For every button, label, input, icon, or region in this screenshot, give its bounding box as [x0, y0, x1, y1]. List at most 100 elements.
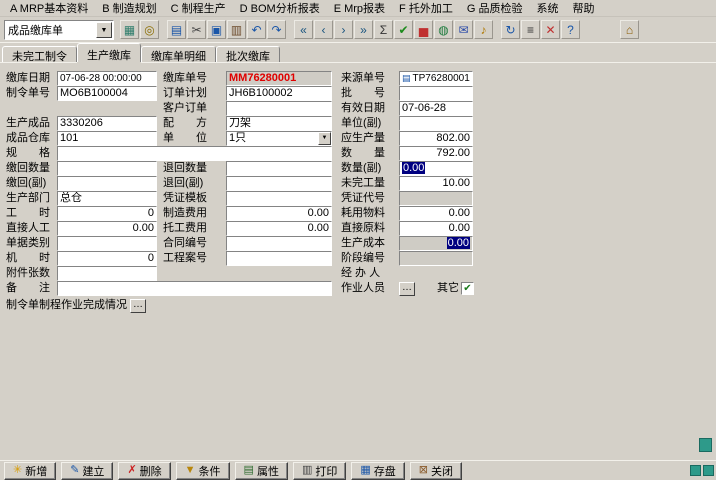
batch-no-field[interactable] [399, 86, 473, 101]
qty-field[interactable]: 792.00 [399, 146, 473, 161]
operator-more-button[interactable]: … [399, 282, 415, 296]
process-status-label: 制令单制程作业完成情况 [6, 298, 127, 313]
customer-order-field[interactable] [226, 101, 332, 116]
globe-icon[interactable]: ◍ [434, 20, 453, 39]
menu-manufacturing-planning[interactable]: B 制造规划 [95, 0, 163, 17]
doc-type-combobox[interactable]: 成品缴库单 ▼ [4, 20, 114, 40]
toolbar-separator [160, 20, 166, 39]
machine-hours-field[interactable]: 0 [57, 251, 157, 266]
print-button[interactable]: ▥ 打印 [293, 462, 346, 480]
work-order-no-label: 制令单号 [6, 86, 50, 101]
menu-mrp-reports[interactable]: E Mrp报表 [327, 0, 392, 17]
menu-process-production[interactable]: C 制程生产 [164, 0, 233, 17]
qty-label: 数 量 [341, 146, 385, 161]
check-icon[interactable]: ✔ [394, 20, 413, 39]
condition-button[interactable]: ▼ 条件 [176, 462, 230, 480]
first-record-icon[interactable]: « [294, 20, 313, 39]
redo-icon[interactable]: ↷ [267, 20, 286, 39]
tab-production-storage[interactable]: 生产缴库 [77, 43, 141, 62]
delete-button[interactable]: ✗ 删除 [118, 462, 170, 480]
form-panel: 缴库日期 07-06-28 00:00:00 制令单号 MO6B100004 生… [0, 62, 716, 460]
doc-category-field[interactable] [57, 236, 157, 251]
manufacturing-cost-field[interactable]: 0.00 [226, 206, 332, 221]
undo-icon[interactable]: ↶ [247, 20, 266, 39]
labor-hours-field[interactable]: 0 [57, 206, 157, 221]
process-status-more-button[interactable]: … [130, 299, 146, 313]
project-no-label: 工程案号 [163, 251, 207, 266]
save-button[interactable]: ▦ 存盘 [351, 462, 404, 480]
attachment-count-field[interactable] [57, 266, 157, 281]
storage-no-field[interactable]: MM76280001 [226, 71, 332, 86]
close-button[interactable]: ⊠ 关闭 [410, 462, 462, 480]
production-cost-field[interactable]: 0.00 [399, 236, 473, 251]
voucher-template-label: 凭证模板 [163, 191, 207, 206]
last-record-icon[interactable]: » [354, 20, 373, 39]
sum-icon[interactable]: Σ [374, 20, 393, 39]
material-consumed-field[interactable]: 0.00 [399, 206, 473, 221]
list-icon[interactable]: ≡ [521, 20, 540, 39]
refresh-icon[interactable]: ↻ [501, 20, 520, 39]
valid-date-field[interactable]: 07-06-28 [399, 101, 473, 116]
chevron-down-icon[interactable]: ▼ [96, 22, 112, 38]
unfinished-qty-field[interactable]: 10.00 [399, 176, 473, 191]
other-checkbox[interactable]: ✔ [461, 282, 474, 295]
work-order-no-field[interactable]: MO6B100004 [57, 86, 157, 101]
planned-qty-field[interactable]: 802.00 [399, 131, 473, 146]
formula-field[interactable]: 刀架 [226, 116, 332, 131]
tab-unfinished-work-orders[interactable]: 未完工制令 [2, 46, 77, 62]
unit-field[interactable]: 1只 ▼ [226, 131, 332, 146]
exit-door-icon[interactable]: ⌂ [620, 20, 639, 39]
paste-icon[interactable]: ▥ [227, 20, 246, 39]
department-label: 生产部门 [6, 191, 50, 206]
department-field[interactable]: 总仓 [57, 191, 157, 206]
properties-button[interactable]: ▤ 属性 [235, 462, 288, 480]
mail-icon[interactable]: ✉ [454, 20, 473, 39]
cut-icon[interactable]: ✂ [187, 20, 206, 39]
chart-icon[interactable]: ▅ [414, 20, 433, 39]
menu-mrp-basic-data[interactable]: A MRP基本资料 [3, 0, 95, 17]
direct-material-field[interactable]: 0.00 [399, 221, 473, 236]
storage-date-field[interactable]: 07-06-28 00:00:00 [57, 71, 157, 86]
copy-icon[interactable]: ▣ [207, 20, 226, 39]
sound-icon[interactable]: ♪ [474, 20, 493, 39]
selected-text: 0.00 [447, 237, 470, 249]
menu-help[interactable]: 帮助 [565, 0, 601, 17]
voucher-template-field[interactable] [226, 191, 332, 206]
operator-label: 作业人员 [341, 281, 385, 296]
menu-outsourcing[interactable]: F 托外加工 [392, 0, 460, 17]
qty-sub-field[interactable]: 0.00 [399, 161, 473, 176]
new-button[interactable]: ✳ 新增 [4, 462, 56, 480]
grid-icon[interactable]: ▦ [120, 20, 139, 39]
search-icon[interactable]: ◎ [140, 20, 159, 39]
printer-icon: ▥ [302, 465, 312, 476]
create-button[interactable]: ✎ 建立 [61, 462, 113, 480]
project-no-field[interactable] [226, 251, 332, 266]
menu-system[interactable]: 系统 [529, 0, 565, 17]
spec-field[interactable] [57, 146, 332, 161]
chevron-down-icon[interactable]: ▼ [318, 132, 331, 145]
product-field[interactable]: 3330206 [57, 116, 157, 131]
menu-bom-analysis-reports[interactable]: D BOM分析报表 [233, 0, 327, 17]
properties-icon: ▤ [244, 465, 254, 476]
source-no-field[interactable]: ▤ TP76280001 [399, 71, 473, 86]
refund-qty-field[interactable] [226, 161, 332, 176]
document-icon[interactable]: ▤ [167, 20, 186, 39]
order-plan-field[interactable]: JH6B100002 [226, 86, 332, 101]
tab-storage-detail[interactable]: 缴库单明细 [141, 46, 216, 62]
return-qty-sub-field[interactable] [57, 176, 157, 191]
next-record-icon[interactable]: › [334, 20, 353, 39]
prev-record-icon[interactable]: ‹ [314, 20, 333, 39]
help-icon[interactable]: ? [561, 20, 580, 39]
contract-no-field[interactable] [226, 236, 332, 251]
return-qty-field[interactable] [57, 161, 157, 176]
outsourcing-cost-field[interactable]: 0.00 [226, 221, 332, 236]
direct-labor-field[interactable]: 0.00 [57, 221, 157, 236]
refund-qty-sub-field[interactable] [226, 176, 332, 191]
close-icon[interactable]: ✕ [541, 20, 560, 39]
unit-sub-field[interactable] [399, 116, 473, 131]
warehouse-field[interactable]: 101 [57, 131, 157, 146]
save-icon: ▦ [360, 465, 370, 476]
menu-quality-inspection[interactable]: G 品质检验 [460, 0, 530, 17]
remark-field[interactable] [57, 281, 332, 296]
tab-batch-storage[interactable]: 批次缴库 [216, 46, 280, 62]
